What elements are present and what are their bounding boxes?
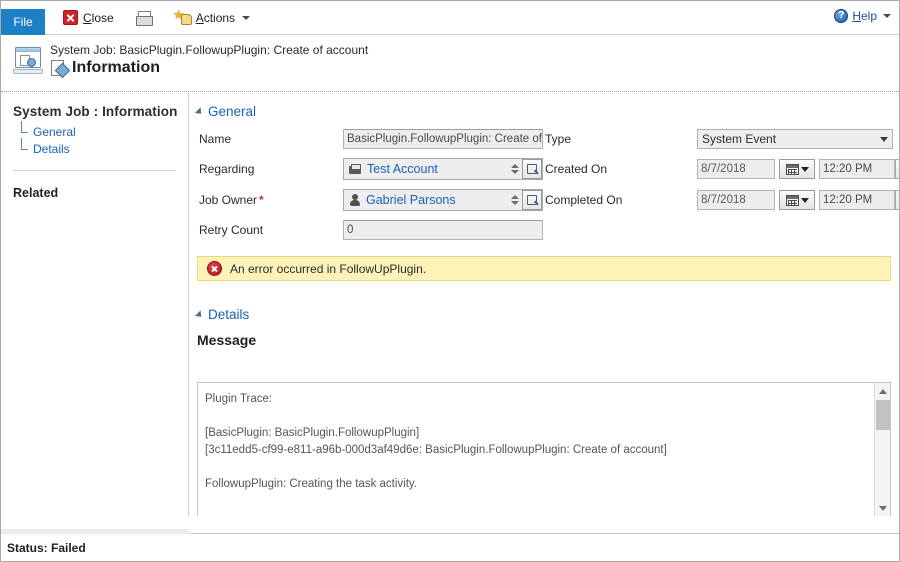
error-icon [207,261,222,276]
message-label: Message [197,332,889,348]
message-textarea-wrapper: Plugin Trace: [BasicPlugin: BasicPlugin.… [197,382,891,516]
general-section-header[interactable]: General [195,104,889,119]
chevron-down-icon [511,201,519,205]
retrycount-input[interactable]: 0 [343,220,543,240]
file-menu-label: File [13,15,32,29]
status-bar-strip [1,529,189,534]
sidebar-item-details-label: Details [33,142,70,156]
form-header-text: System Job: BasicPlugin.FollowupPlugin: … [50,41,368,77]
navigation-pane: System Job : Information General Details… [1,92,189,516]
related-section-header[interactable]: Related [13,186,188,200]
chevron-up-icon [511,164,519,168]
retrycount-field-label: Retry Count [197,223,343,237]
command-buttons: Close Actions [59,1,254,34]
nav-tree: General Details [19,124,188,158]
status-bar: Status: Failed [1,533,899,561]
sidebar-item-general[interactable]: General [19,124,188,141]
record-subtitle: System Job: BasicPlugin.FollowupPlugin: … [50,43,368,57]
information-form-icon [50,60,66,76]
createdon-datetime: 8/7/2018 12:20 PM [697,159,899,179]
createdon-date-input[interactable]: 8/7/2018 [697,159,775,179]
help-button-label: Help [852,9,877,23]
createdon-time-input[interactable]: 12:20 PM [819,159,895,179]
jobowner-lookup[interactable]: Gabriel Parsons [343,189,543,211]
sidebar-item-details[interactable]: Details [19,141,188,158]
command-bar: File Close Actions ? Help [1,1,899,35]
details-section-header[interactable]: Details [195,307,889,322]
system-job-icon [13,47,43,75]
chevron-down-icon [801,167,809,172]
calendar-icon [786,195,799,206]
help-chevron-down-icon [883,14,891,18]
details-section-label: Details [208,307,249,322]
regarding-spinner[interactable] [508,159,522,179]
jobowner-lookup-value: Gabriel Parsons [366,193,508,207]
close-button[interactable]: Close [59,7,118,28]
actions-star-icon [174,10,191,25]
regarding-lookup[interactable]: Test Account [343,158,543,180]
jobowner-field-label: Job Owner* [197,193,343,207]
chevron-down-icon [511,170,519,174]
type-select[interactable]: System Event [697,129,893,149]
name-input[interactable]: BasicPlugin.FollowupPlugin: Create of a [343,129,543,149]
message-textarea[interactable]: Plugin Trace: [BasicPlugin: BasicPlugin.… [198,383,874,516]
completedon-time-input[interactable]: 12:20 PM [819,190,895,210]
form-header: System Job: BasicPlugin.FollowupPlugin: … [1,35,899,92]
calendar-icon [786,164,799,175]
help-icon: ? [834,9,848,23]
createdon-field-label: Created On [543,162,697,176]
scroll-down-arrow-icon[interactable] [875,500,891,516]
sidebar-item-general-label: General [33,125,76,139]
form-body: System Job : Information General Details… [1,92,899,516]
completedon-calendar-button[interactable] [779,190,815,210]
chevron-up-icon [511,195,519,199]
file-menu-tab[interactable]: File [1,9,45,35]
collapse-triangle-icon [195,310,204,319]
general-field-grid: Name BasicPlugin.FollowupPlugin: Create … [197,129,889,240]
actions-button-label: Actions [196,11,235,25]
type-select-value: System Event [702,132,776,146]
scroll-up-arrow-icon[interactable] [875,383,891,399]
error-notification-message: An error occurred in FollowUpPlugin. [230,262,426,276]
type-chevron-down-icon [880,137,888,142]
close-button-label-rest: lose [92,11,114,25]
account-icon [349,164,362,175]
jobowner-lookup-search-button[interactable] [522,190,542,210]
print-button[interactable] [132,8,156,28]
actions-button[interactable]: Actions [170,7,254,28]
nav-pane-title: System Job : Information [13,104,188,119]
name-field-label: Name [197,132,343,146]
close-icon [63,10,78,25]
help-button[interactable]: ? Help [834,9,891,23]
createdon-calendar-button[interactable] [779,159,815,179]
close-button-label: Close [83,11,114,25]
page-title: Information [72,59,160,77]
user-icon [349,194,361,206]
scrollbar-thumb[interactable] [876,400,890,430]
completedon-datetime: 8/7/2018 12:20 PM [697,190,899,210]
status-text: Status: Failed [7,541,86,555]
general-section-label: General [208,104,256,119]
form-content: General Name BasicPlugin.FollowupPlugin:… [189,92,899,516]
print-icon [136,11,152,25]
completedon-field-label: Completed On [543,193,697,207]
chevron-down-icon [242,16,250,20]
completedon-time-dropdown-button[interactable] [895,190,899,210]
chevron-down-icon [801,198,809,203]
message-scrollbar[interactable] [874,383,890,516]
collapse-triangle-icon [195,107,204,116]
nav-divider [13,170,176,171]
createdon-time-dropdown-button[interactable] [895,159,899,179]
jobowner-field-label-text: Job Owner [199,193,257,207]
completedon-date-input[interactable]: 8/7/2018 [697,190,775,210]
type-field-label: Type [543,132,697,146]
jobowner-spinner[interactable] [508,190,522,210]
regarding-lookup-search-button[interactable] [522,159,542,179]
error-notification: An error occurred in FollowUpPlugin. [197,256,891,281]
regarding-field-label: Regarding [197,162,343,176]
regarding-lookup-value: Test Account [367,162,508,176]
required-marker: * [259,193,264,207]
system-job-window: File Close Actions ? Help [0,0,900,562]
